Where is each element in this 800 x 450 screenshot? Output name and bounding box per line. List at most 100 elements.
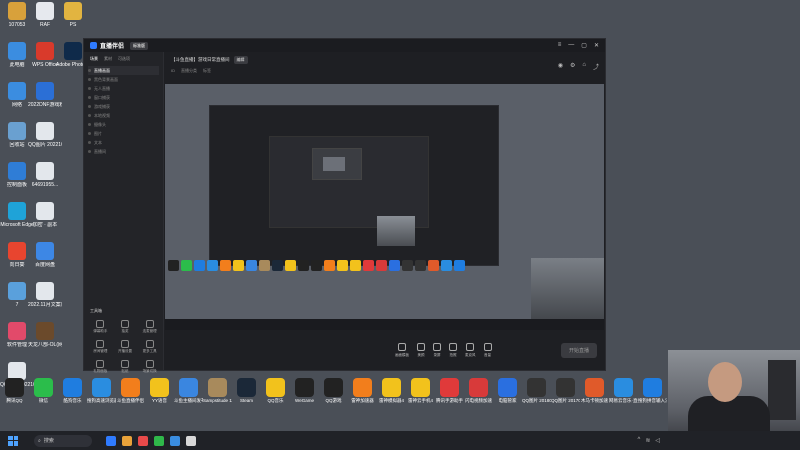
desktop-icon[interactable]: QQ图片 20170506... [551, 378, 580, 404]
desktop-icon[interactable]: 微信 [29, 378, 58, 404]
taskbar-app-icon[interactable] [154, 435, 164, 446]
desktop-icon-label: 闪电视频加速 [465, 398, 492, 403]
tool-button[interactable]: 连麦管理 [137, 320, 162, 334]
desktop-icon[interactable]: 雷神云手机4 [406, 378, 435, 404]
minimize-icon[interactable]: — [568, 42, 574, 49]
scene-item[interactable]: 直播间 [88, 147, 159, 156]
eye-icon[interactable] [88, 114, 91, 117]
tool-button[interactable]: 开播设置 [113, 340, 138, 354]
tab-scenes[interactable]: 场景 [90, 56, 98, 62]
taskbar-app-icon[interactable] [138, 435, 148, 446]
desktop-icon[interactable]: PS [56, 2, 90, 40]
app-titlebar: 直播伴侣 标准版 ≡ — ▢ ✕ [84, 39, 605, 52]
scene-item[interactable]: 游戏捕获 [88, 102, 159, 111]
bottom-button[interactable]: 美颜 [417, 342, 425, 358]
desktop-icon[interactable]: 2022.11月文案日常案人... [28, 282, 62, 320]
desktop-icon[interactable]: 斗鱼直播伴侣 [116, 378, 145, 404]
chevron-up-icon[interactable]: ^ [638, 437, 641, 444]
camera-icon[interactable]: ◉ [558, 62, 563, 71]
eye-icon[interactable] [88, 105, 91, 108]
eye-icon[interactable] [88, 69, 91, 72]
scene-item[interactable]: 窗口捕获 [88, 93, 159, 102]
settings-icon[interactable]: ⚙ [570, 62, 575, 71]
scene-item[interactable]: 文本 [88, 138, 159, 147]
eye-icon[interactable] [88, 87, 91, 90]
stream-preview[interactable] [165, 84, 604, 331]
desktop-icon[interactable]: 酷狗音乐 [58, 378, 87, 404]
bottom-button[interactable]: 拍照 [449, 342, 457, 358]
network-icon[interactable]: ≋ [645, 437, 650, 444]
eye-icon[interactable] [88, 123, 91, 126]
room-tags[interactable]: 标签 [203, 68, 211, 74]
start-button[interactable] [8, 435, 18, 446]
room-category[interactable]: 直播分类 [181, 68, 197, 74]
close-icon[interactable]: ✕ [594, 42, 599, 49]
desktop-icon[interactable]: QQ图片 2022103... [28, 122, 62, 160]
scene-item[interactable]: 无人直播 [88, 84, 159, 93]
edit-room-button[interactable]: 编辑 [233, 56, 248, 64]
desktop-icon[interactable]: QQ游戏 [319, 378, 348, 404]
desktop-icon[interactable]: Steam [232, 378, 261, 404]
menu-icon[interactable]: ≡ [558, 42, 562, 49]
desktop-icon[interactable]: 电脑管家 [493, 378, 522, 404]
desktop-icon[interactable]: 网易云音乐·直播 [609, 378, 638, 404]
desktop-icon[interactable]: 闪电视频加速 [464, 378, 493, 404]
desktop-icon[interactable]: 64691955... [28, 162, 62, 200]
taskbar-search[interactable]: ⌕ 搜索 [34, 434, 92, 447]
eye-icon[interactable] [88, 96, 91, 99]
flash-icon [469, 378, 488, 397]
tencent-mobile-icon [440, 378, 459, 397]
desktop-icon[interactable]: 2022DNF游戏粉丝福... [28, 82, 62, 120]
tool-button[interactable]: 房间管理 [88, 340, 113, 354]
desktop-icon[interactable]: QQ音乐 [261, 378, 290, 404]
tool-button[interactable]: 场景切换 [137, 360, 162, 374]
desktop-icon[interactable]: 百度网盘 [28, 242, 62, 280]
desktop-icon[interactable]: QQ图片 20180531... [522, 378, 551, 404]
tool-button[interactable]: 抽奖 [113, 320, 138, 334]
maximize-icon[interactable]: ▢ [581, 42, 587, 49]
desktop-icon[interactable]: 腾讯手游助手 [435, 378, 464, 404]
desktop-icon-label: 加密 · 副本 [32, 222, 58, 228]
bottom-button[interactable]: 麦克风 [465, 342, 476, 358]
taskbar-app-icon[interactable] [122, 435, 132, 446]
scene-item[interactable]: 直播画面 [88, 66, 159, 75]
desktop-icon[interactable]: 腾讯QQ [0, 378, 29, 404]
eye-icon[interactable] [88, 78, 91, 81]
bottom-button[interactable]: 录屏 [433, 342, 441, 358]
desktop-icon[interactable]: YY语音 [145, 378, 174, 404]
desktop-icon[interactable]: 搜狗拼音输入法 [638, 378, 667, 404]
lock-icon[interactable]: ⌂ [582, 62, 586, 71]
desktop-icon[interactable]: WeGame [290, 378, 319, 404]
scene-item[interactable]: 图片 [88, 129, 159, 138]
desktop-icon[interactable]: 天龙八部-OL(网) [28, 322, 62, 360]
desktop-icon[interactable]: 斗鱼主播间发布助理 [174, 378, 203, 404]
eye-icon[interactable] [88, 150, 91, 153]
desktop-icon[interactable]: 雷神加速器 [348, 378, 377, 404]
scene-item[interactable]: 摄像头 [88, 120, 159, 129]
desktop-icon[interactable]: 雷神模拟器4 [377, 378, 406, 404]
desktop-icon-label: 百度网盘 [34, 262, 55, 268]
bottom-button[interactable]: 画面模板 [395, 342, 409, 358]
desktop-icon[interactable]: Sampstitude 11 [203, 378, 232, 404]
bottom-button[interactable]: 音量 [483, 342, 492, 358]
app-version-badge[interactable]: 标准版 [130, 41, 149, 50]
taskbar-app-icon[interactable] [186, 435, 196, 446]
share-icon[interactable]: ⤴ [593, 62, 599, 71]
tool-button[interactable]: 礼物面板 [88, 360, 113, 374]
scene-item[interactable]: 本地视频 [88, 111, 159, 120]
volume-icon[interactable]: ◁ [655, 437, 660, 444]
start-live-button[interactable]: 开始直播 [560, 342, 597, 358]
tab-materials[interactable]: 素材 [104, 56, 112, 62]
tool-button[interactable]: 贴纸 [113, 360, 138, 374]
desktop-icon[interactable]: 加密 · 副本 [28, 202, 62, 240]
eye-icon[interactable] [88, 132, 91, 135]
taskbar-app-icon[interactable] [106, 435, 116, 446]
scene-item[interactable]: 黑色背景画面 [88, 75, 159, 84]
eye-icon[interactable] [88, 141, 91, 144]
tool-button[interactable]: 弹幕助手 [88, 320, 113, 334]
tab-options[interactable]: 可选项 [118, 56, 130, 62]
tool-button[interactable]: 更多工具 [137, 340, 162, 354]
desktop-icon[interactable]: 木马卡顿加速 [580, 378, 609, 404]
taskbar-app-icon[interactable] [170, 435, 180, 446]
desktop-icon[interactable]: 搜狗高速浏览器 [87, 378, 116, 404]
